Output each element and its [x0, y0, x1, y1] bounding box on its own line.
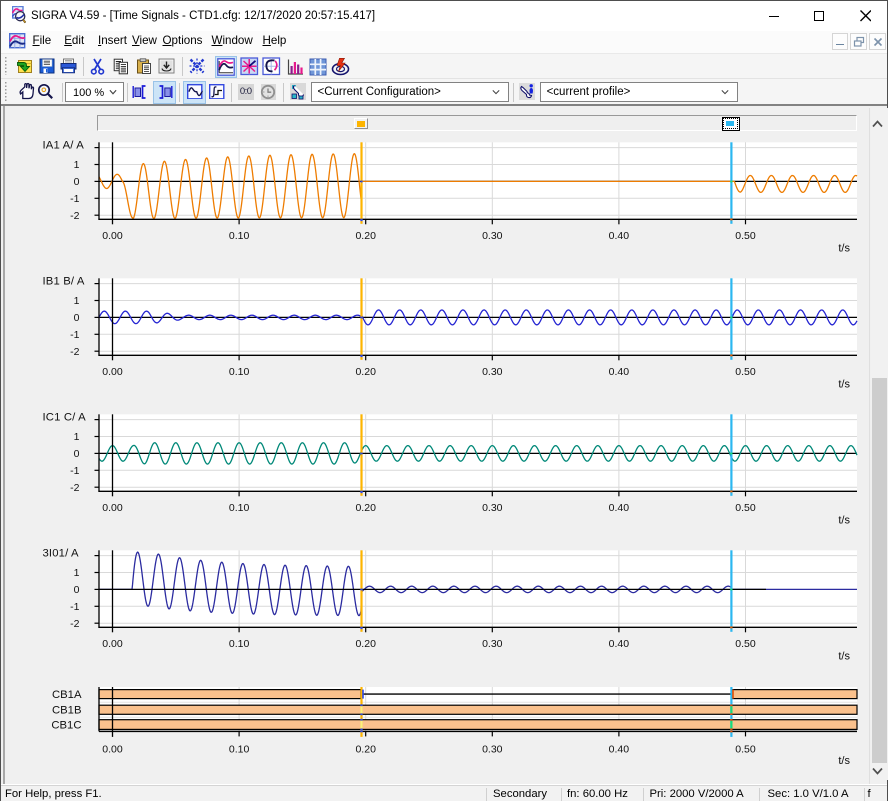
svg-text:0.40: 0.40: [609, 638, 630, 650]
svg-text:t/s: t/s: [838, 242, 850, 254]
svg-text:0.10: 0.10: [229, 744, 250, 756]
svg-text:0.30: 0.30: [482, 502, 503, 514]
svg-text:0.50: 0.50: [735, 366, 756, 378]
svg-text:0.00: 0.00: [102, 502, 123, 514]
svg-text:0.20: 0.20: [355, 638, 376, 650]
svg-text:-1: -1: [70, 193, 79, 205]
svg-text:0.10: 0.10: [229, 638, 250, 650]
svg-text:0.40: 0.40: [609, 502, 630, 514]
svg-text:0: 0: [74, 448, 80, 460]
svg-text:0.30: 0.30: [482, 638, 503, 650]
svg-text:0.50: 0.50: [735, 744, 756, 756]
svg-text:0.00: 0.00: [102, 744, 123, 756]
svg-text:0: 0: [74, 312, 80, 324]
svg-text:t/s: t/s: [838, 755, 850, 767]
svg-text:0.50: 0.50: [735, 502, 756, 514]
svg-text:t/s: t/s: [838, 650, 850, 662]
svg-text:0.40: 0.40: [609, 366, 630, 378]
svg-text:-1: -1: [70, 601, 79, 613]
svg-text:IC1 C/ A: IC1 C/ A: [43, 412, 87, 424]
svg-text:0.40: 0.40: [609, 230, 630, 242]
svg-text:-1: -1: [70, 465, 79, 477]
svg-text:0: 0: [74, 584, 80, 596]
svg-text:-2: -2: [70, 618, 79, 630]
svg-text:t/s: t/s: [838, 378, 850, 390]
svg-text:1: 1: [74, 431, 80, 443]
svg-text:1: 1: [74, 567, 80, 579]
svg-text:0.20: 0.20: [355, 230, 376, 242]
svg-text:1: 1: [74, 295, 80, 307]
svg-text:-2: -2: [70, 346, 79, 358]
svg-text:IB1 B/ A: IB1 B/ A: [43, 276, 85, 288]
svg-text:CB1C: CB1C: [51, 719, 81, 731]
svg-text:0.50: 0.50: [735, 638, 756, 650]
svg-text:0.40: 0.40: [609, 744, 630, 756]
svg-text:0.10: 0.10: [229, 230, 250, 242]
svg-text:CB1A: CB1A: [52, 689, 82, 701]
svg-text:0.10: 0.10: [229, 502, 250, 514]
svg-text:0.30: 0.30: [482, 366, 503, 378]
svg-text:t/s: t/s: [838, 514, 850, 526]
svg-text:0.10: 0.10: [229, 366, 250, 378]
svg-text:0.30: 0.30: [482, 230, 503, 242]
svg-text:0.30: 0.30: [482, 744, 503, 756]
svg-text:0: 0: [74, 176, 80, 188]
svg-text:0.20: 0.20: [355, 366, 376, 378]
svg-text:0.00: 0.00: [102, 638, 123, 650]
svg-text:-2: -2: [70, 210, 79, 222]
svg-text:0.20: 0.20: [355, 502, 376, 514]
svg-text:0.00: 0.00: [102, 366, 123, 378]
svg-text:0.00: 0.00: [102, 230, 123, 242]
svg-text:3I01/ A: 3I01/ A: [43, 548, 80, 560]
svg-text:IA1 A/ A: IA1 A/ A: [43, 140, 85, 152]
svg-text:0.50: 0.50: [735, 230, 756, 242]
svg-text:CB1B: CB1B: [52, 705, 82, 717]
svg-text:1: 1: [74, 159, 80, 171]
svg-text:0.20: 0.20: [355, 744, 376, 756]
svg-text:-1: -1: [70, 329, 79, 341]
svg-text:-2: -2: [70, 482, 79, 494]
